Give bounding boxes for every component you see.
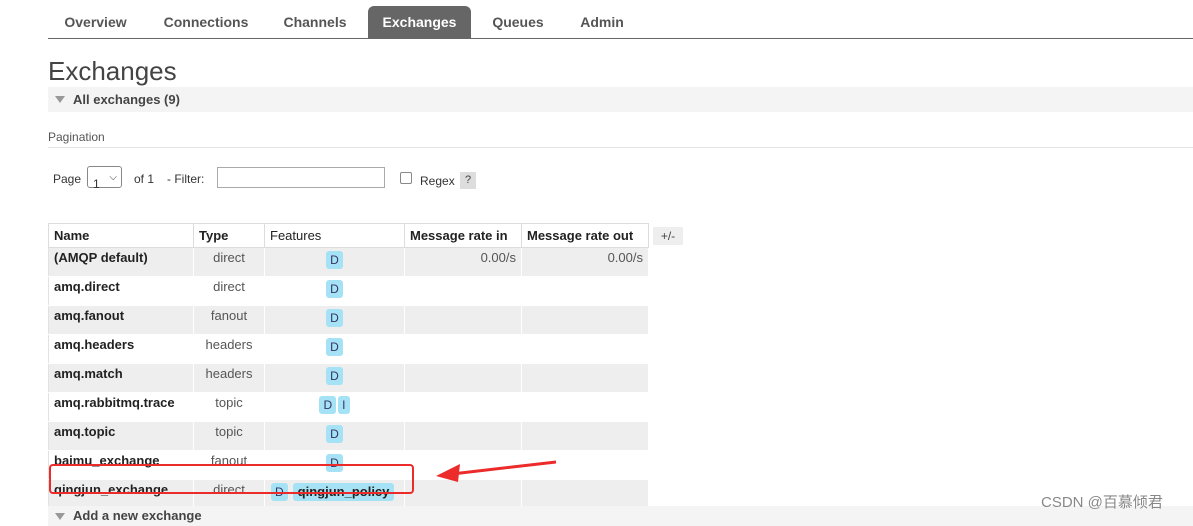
- filter-input[interactable]: [217, 167, 385, 188]
- page-count: of 1: [134, 172, 155, 186]
- message-rate-in: [404, 305, 522, 335]
- regex-help-button[interactable]: ?: [460, 172, 476, 189]
- main-nav-tabs: Overview Connections Channels Exchanges …: [48, 6, 1193, 39]
- feature-badge: D: [326, 338, 343, 356]
- watermark: CSDN @百慕倾君: [1041, 494, 1163, 511]
- exchange-features: D: [264, 305, 405, 335]
- message-rate-out: 0.00/s: [521, 247, 649, 277]
- header-rate-out[interactable]: Message rate out: [521, 223, 649, 248]
- exchange-features: D: [264, 276, 405, 306]
- page-title: Exchanges: [48, 56, 177, 86]
- message-rate-in: [404, 363, 522, 393]
- exchange-features: D: [264, 247, 405, 277]
- exchange-type: direct: [193, 276, 265, 306]
- message-rate-out: [521, 334, 649, 364]
- header-name[interactable]: Name: [48, 223, 194, 248]
- tab-connections[interactable]: Connections: [152, 6, 260, 38]
- feature-badge: D: [326, 425, 343, 443]
- exchange-features: D: [264, 421, 405, 451]
- exchange-features: D: [264, 363, 405, 393]
- all-exchanges-section-toggle[interactable]: All exchanges (9): [48, 87, 1193, 112]
- exchange-name-link[interactable]: amq.topic: [48, 421, 194, 451]
- tab-exchanges[interactable]: Exchanges: [368, 6, 471, 38]
- table-row: amq.fanout fanout D: [48, 305, 649, 335]
- section-title: All exchanges (9): [73, 92, 180, 107]
- message-rate-in: [404, 421, 522, 451]
- message-rate-out: [521, 363, 649, 393]
- regex-label: Regex: [420, 174, 455, 188]
- message-rate-out: [521, 305, 649, 335]
- exchange-features: DI: [264, 392, 405, 422]
- tab-queues[interactable]: Queues: [479, 6, 557, 38]
- annotation-arrow-icon: [436, 460, 557, 482]
- exchange-name-link[interactable]: amq.match: [48, 363, 194, 393]
- table-row: amq.topic topic D: [48, 421, 649, 451]
- exchange-name-link[interactable]: amq.fanout: [48, 305, 194, 335]
- feature-badge: I: [338, 396, 350, 414]
- exchange-features: D: [264, 334, 405, 364]
- feature-badge: D: [326, 280, 343, 298]
- page-select[interactable]: 1 ⌵: [87, 166, 122, 191]
- page-select-value: 1: [93, 177, 100, 191]
- message-rate-in: [404, 334, 522, 364]
- message-rate-out: [521, 421, 649, 451]
- header-rate-in[interactable]: Message rate in: [404, 223, 522, 248]
- exchange-type: headers: [193, 363, 265, 393]
- table-row: amq.rabbitmq.trace topic D I: [48, 392, 649, 422]
- regex-checkbox[interactable]: [400, 172, 412, 184]
- tab-admin[interactable]: Admin: [566, 6, 638, 38]
- add-exchange-section-toggle[interactable]: Add a new exchange: [48, 506, 1193, 526]
- message-rate-out: [521, 392, 649, 422]
- exchange-type: topic: [193, 421, 265, 451]
- exchange-type: direct: [193, 247, 265, 277]
- message-rate-in: [404, 276, 522, 306]
- header-features: Features: [264, 223, 405, 248]
- exchange-name-link[interactable]: amq.headers: [48, 334, 194, 364]
- message-rate-in: [404, 392, 522, 422]
- exchange-name-link[interactable]: amq.direct: [48, 276, 194, 306]
- table-row: (AMQP default) direct D 0.00/s 0.00/s: [48, 247, 649, 277]
- filter-label: - Filter:: [167, 172, 205, 186]
- feature-badge: D: [326, 367, 343, 385]
- add-section-title: Add a new exchange: [73, 508, 202, 523]
- table-row: amq.direct direct D: [48, 276, 649, 306]
- exchange-type: fanout: [193, 305, 265, 335]
- pagination-divider: [48, 147, 1193, 148]
- feature-badge: D: [319, 396, 337, 414]
- tab-overview[interactable]: Overview: [48, 6, 143, 38]
- exchange-type: topic: [193, 392, 265, 422]
- exchange-name-link[interactable]: (AMQP default): [48, 247, 194, 277]
- message-rate-out: [521, 276, 649, 306]
- collapse-triangle-icon: [55, 96, 65, 103]
- columns-toggle-button[interactable]: +/-: [653, 227, 683, 245]
- table-header-row: Name Type Features Message rate in Messa…: [48, 223, 649, 248]
- pagination-label: Pagination: [48, 130, 105, 144]
- exchange-name-link[interactable]: amq.rabbitmq.trace: [48, 392, 194, 422]
- page-label: Page: [53, 172, 82, 186]
- feature-badge: D: [326, 251, 343, 269]
- annotation-highlight-box: [49, 464, 414, 494]
- table-row: amq.match headers D: [48, 363, 649, 393]
- chevron-down-icon: ⌵: [109, 172, 117, 183]
- tab-channels[interactable]: Channels: [269, 6, 361, 38]
- exchange-type: headers: [193, 334, 265, 364]
- feature-badge: D: [326, 309, 343, 327]
- header-type[interactable]: Type: [193, 223, 265, 248]
- table-row: amq.headers headers D: [48, 334, 649, 364]
- message-rate-in: 0.00/s: [404, 247, 522, 277]
